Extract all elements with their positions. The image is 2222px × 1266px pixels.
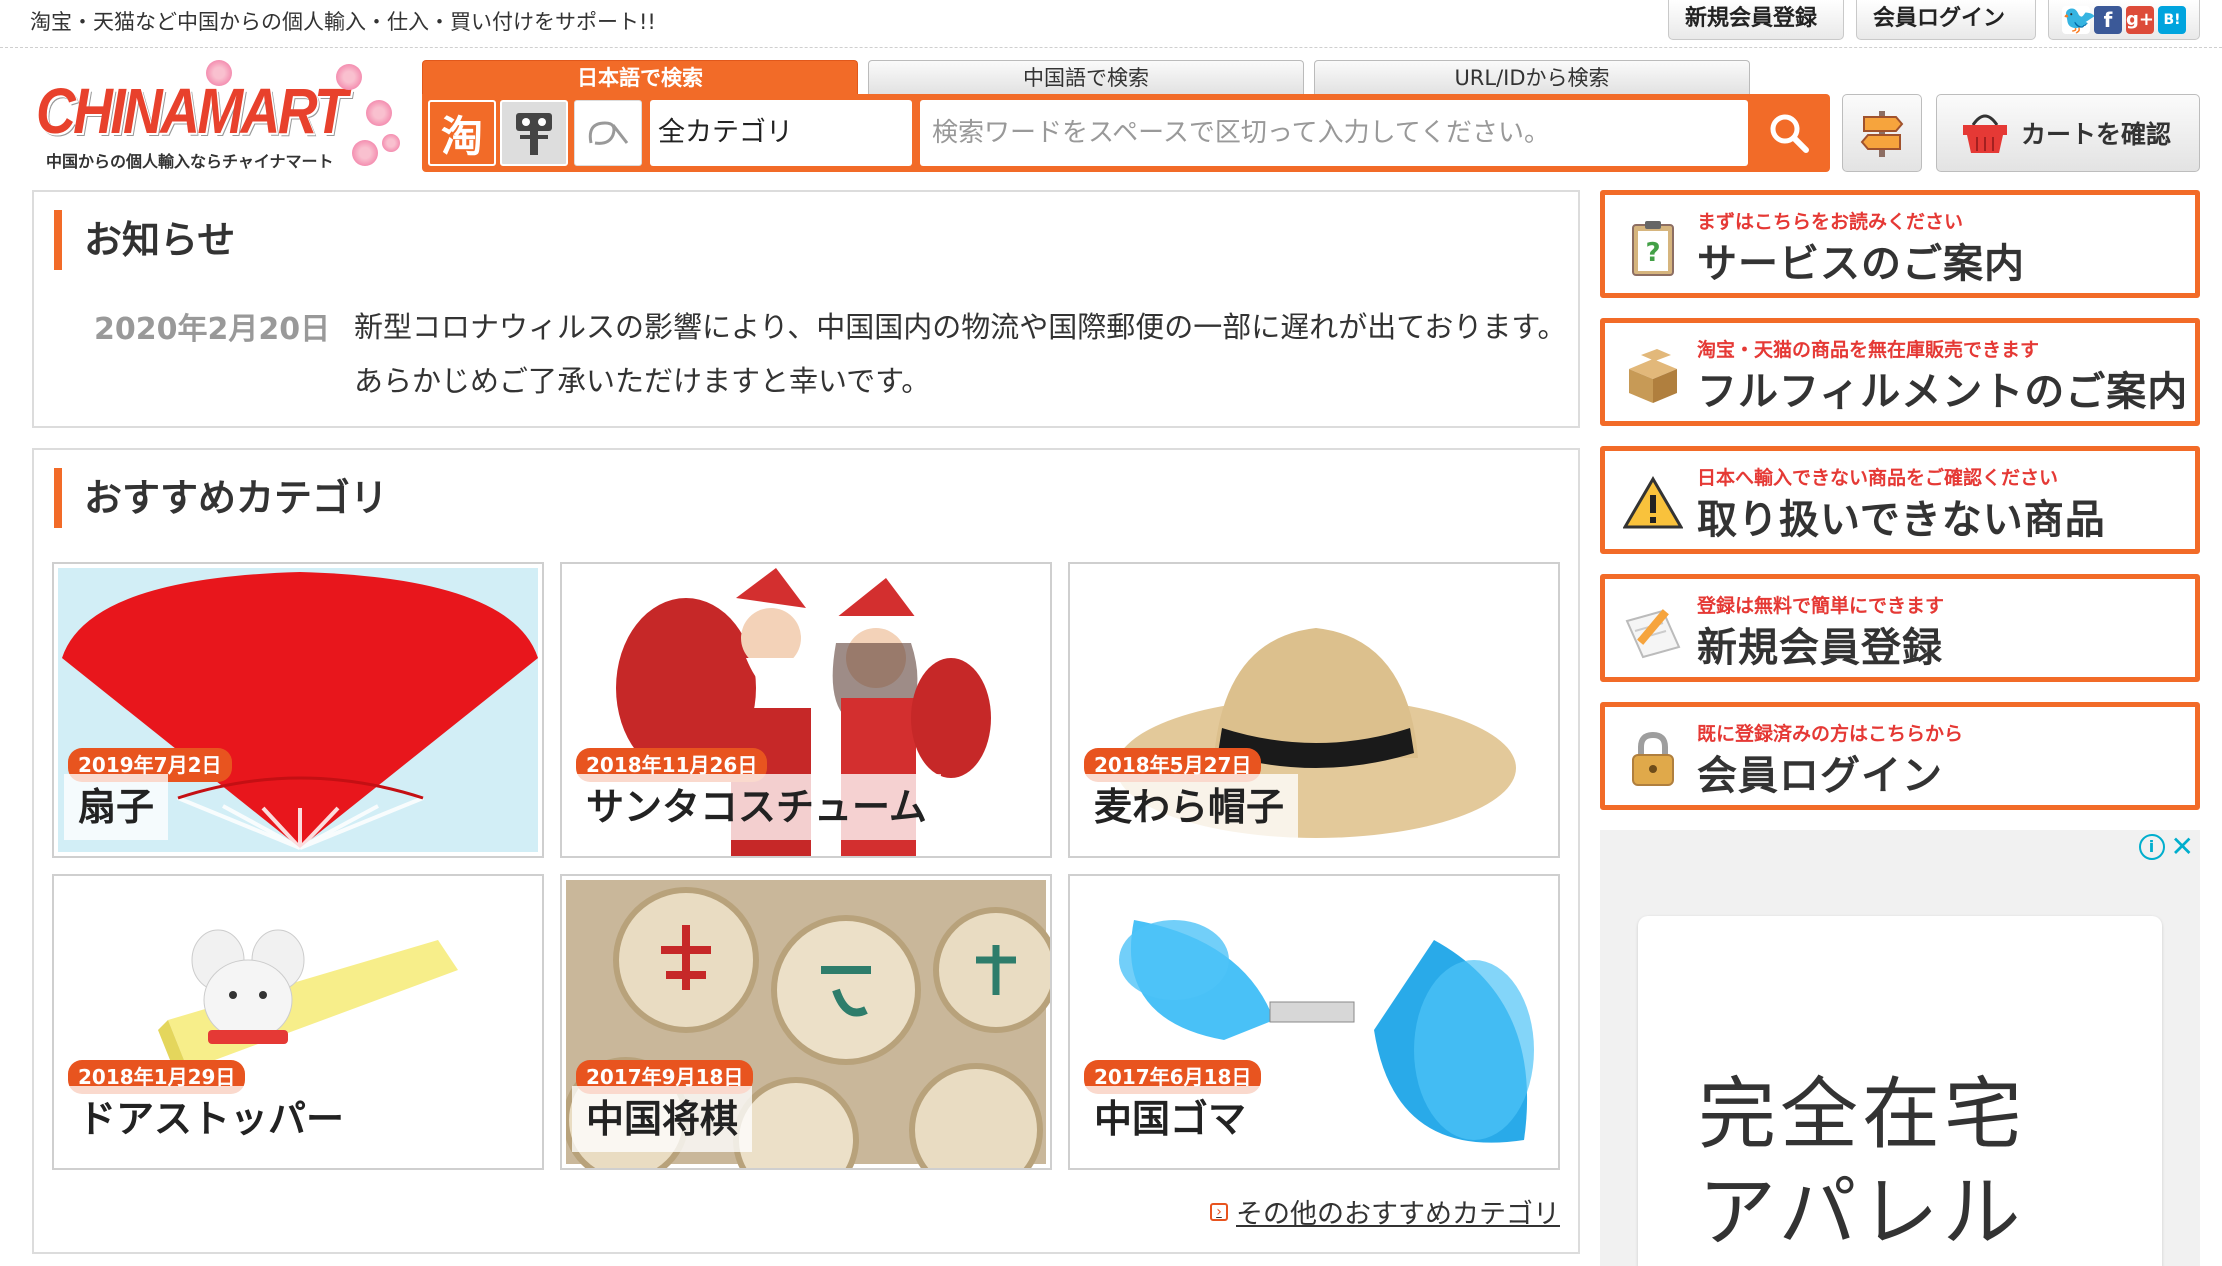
category-card-door-stopper[interactable]: 2018年1月29日 ドアストッパー — [52, 874, 544, 1170]
svg-text:?: ? — [1645, 238, 1660, 268]
side-menu-subtitle: 淘宝・天猫の商品を無在庫販売できます — [1697, 339, 2040, 361]
cherry-blossom-icon — [382, 134, 400, 152]
category-card-santa-costume[interactable]: 2018年11月26日 サンタコスチューム — [560, 562, 1052, 858]
tab-chinese-search[interactable]: 中国語で検索 — [868, 60, 1304, 94]
logo-subtitle: 中国からの個人輸入ならチャイナマート — [46, 152, 334, 171]
side-menu-service-guide[interactable]: ? まずはこちらをお読みください サービスのご案内 — [1600, 190, 2200, 298]
ad-line-1: 完全在宅 — [1698, 1070, 2027, 1160]
cherry-blossom-icon — [336, 64, 362, 90]
search-icon — [1770, 114, 1809, 153]
more-categories-label: その他のおすすめカテゴリ — [1236, 1199, 1560, 1230]
notice-panel: お知らせ 2020年2月20日 新型コロナウィルスの影響により、中国国内の物流や… — [32, 190, 1580, 428]
side-menu-subtitle: 既に登録済みの方はこちらから — [1697, 723, 1964, 745]
side-menu-title: フルフィルメントのご案内 — [1697, 369, 2189, 415]
category-card-straw-hat[interactable]: 2018年5月27日 麦わら帽子 — [1068, 562, 1560, 858]
recommended-categories-title: おすすめカテゴリ — [54, 468, 388, 528]
ad-card[interactable]: 完全在宅 アパレル — [1638, 916, 2162, 1266]
category-name: サンタコスチューム — [572, 774, 941, 840]
boxes-icon — [1629, 349, 1677, 403]
logo-wordmark: CHINAMART — [36, 75, 348, 147]
tab-japanese-search[interactable]: 日本語で検索 — [422, 60, 858, 94]
tab-url-id-search[interactable]: URL/IDから検索 — [1314, 60, 1750, 94]
ad-headline: 完全在宅 アパレル — [1698, 1066, 2026, 1262]
side-menu-register[interactable]: 登録は無料で簡単にできます 新規会員登録 — [1600, 574, 2200, 682]
notice-date: 2020年2月20日 — [94, 312, 331, 347]
side-menu-prohibited-items[interactable]: 日本へ輸入できない商品をご確認ください 取り扱いできない商品 — [1600, 446, 2200, 554]
hatena-bookmark-icon[interactable]: B! — [2158, 5, 2186, 34]
cherry-blossom-icon — [206, 60, 232, 86]
side-menu-login[interactable]: 既に登録済みの方はこちらから 会員ログイン — [1600, 702, 2200, 810]
recommended-categories-panel: おすすめカテゴリ 2019年7月2日 扇子 2018年11月26日 サンタコスチ… — [32, 448, 1580, 1254]
tmall-icon[interactable] — [500, 100, 568, 166]
category-name: 麦わら帽子 — [1080, 774, 1299, 840]
url-search-icon[interactable] — [574, 100, 642, 166]
side-menu-title: 会員ログイン — [1697, 753, 1943, 799]
ad-info-icon[interactable]: i — [2138, 834, 2165, 860]
padlock-icon — [1632, 731, 1674, 786]
cherry-blossom-icon — [366, 100, 392, 126]
guide-button[interactable] — [1842, 94, 1922, 172]
side-menu-title: 取り扱いできない商品 — [1697, 497, 2106, 543]
side-menu-subtitle: まずはこちらをお読みください — [1697, 211, 1964, 233]
signpost-icon — [1860, 111, 1904, 157]
search-input[interactable] — [920, 100, 1748, 166]
login-button[interactable]: 会員ログイン — [1856, 0, 2036, 40]
search-button[interactable] — [1754, 100, 1824, 166]
category-name: ドアストッパー — [64, 1086, 359, 1152]
side-menu-fulfillment[interactable]: 淘宝・天猫の商品を無在庫販売できます フルフィルメントのご案内 — [1600, 318, 2200, 426]
side-menu-subtitle: 日本へ輸入できない商品をご確認ください — [1697, 467, 2059, 489]
advertisement[interactable]: i ✕ 完全在宅 アパレル — [1600, 830, 2200, 1266]
site-logo[interactable]: CHINAMART 中国からの個人輸入ならチャイナマート — [36, 60, 408, 176]
social-links: 🐦 f g+ B! — [2048, 0, 2200, 40]
side-menu-subtitle: 登録は無料で簡単にできます — [1697, 595, 1945, 617]
arrow-right-icon: › — [1210, 1202, 1228, 1221]
pencil-paper-icon — [1625, 609, 1681, 659]
notice-title: お知らせ — [54, 210, 235, 270]
category-name: 扇子 — [64, 774, 169, 840]
warning-icon — [1623, 476, 1683, 529]
category-name: 中国将棋 — [572, 1086, 753, 1152]
clipboard-question-icon: ? — [1632, 221, 1674, 276]
register-button[interactable]: 新規会員登録 — [1668, 0, 1844, 40]
category-select[interactable]: 全カテゴリ — [650, 100, 912, 166]
taobao-icon[interactable]: 淘 — [428, 100, 496, 166]
top-bar: 淘宝・天猫など中国からの個人輸入・仕入・買い付けをサポート!! 新規会員登録 会… — [0, 0, 2222, 48]
category-card-chinese-chess[interactable]: 2017年9月18日 中国将棋 — [560, 874, 1052, 1170]
more-categories-link[interactable]: › その他のおすすめカテゴリ — [1210, 1192, 1560, 1231]
google-plus-icon[interactable]: g+ — [2126, 5, 2154, 34]
view-cart-button[interactable]: カートを確認 — [1936, 94, 2200, 172]
cherry-blossom-icon — [352, 140, 378, 166]
side-menu-title: 新規会員登録 — [1697, 625, 1943, 671]
twitter-icon[interactable]: 🐦 — [2062, 5, 2097, 34]
category-name: 中国ゴマ — [1080, 1086, 1261, 1152]
notice-text: 新型コロナウィルスの影響により、中国国内の物流や国際郵便の一部に遅れが出ておりま… — [354, 310, 1567, 398]
side-menu-title: サービスのご案内 — [1697, 241, 2025, 287]
category-card-diabolo[interactable]: 2017年6月18日 中国ゴマ — [1068, 874, 1560, 1170]
view-cart-label: カートを確認 — [2021, 120, 2172, 149]
site-tagline: 淘宝・天猫など中国からの個人輸入・仕入・買い付けをサポート!! — [30, 10, 656, 34]
ad-line-2: アパレル — [1698, 1168, 2025, 1258]
ad-controls: i ✕ — [2138, 833, 2194, 861]
category-card-fan[interactable]: 2019年7月2日 扇子 — [52, 562, 544, 858]
facebook-icon[interactable]: f — [2094, 5, 2122, 34]
shopping-basket-icon — [1963, 114, 2007, 153]
ad-close-icon[interactable]: ✕ — [2171, 833, 2194, 861]
search-bar: 淘 全カテゴリ — [422, 94, 1830, 172]
